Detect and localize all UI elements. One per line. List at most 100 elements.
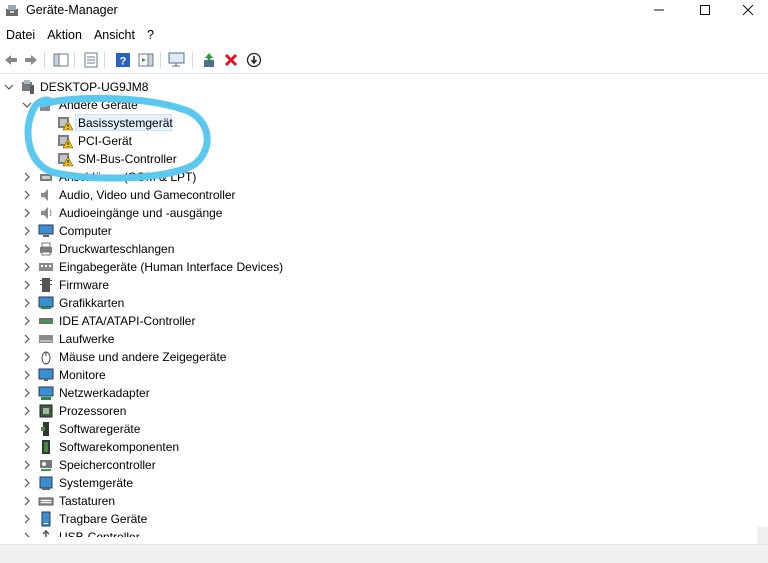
speaker-icon xyxy=(41,207,52,219)
network-adapter-icon xyxy=(38,386,54,400)
disk-drive-icon xyxy=(39,335,53,343)
action-pane-button[interactable] xyxy=(137,51,155,69)
menu-aktion[interactable]: Aktion xyxy=(41,26,88,46)
processor-icon xyxy=(39,404,53,418)
forward-button[interactable] xyxy=(22,51,40,69)
tree-item-category[interactable]: Mäuse und andere Zeigegeräte xyxy=(0,348,320,366)
chevron-right-icon[interactable] xyxy=(22,456,32,474)
tree-item-category[interactable]: Prozessoren xyxy=(0,402,320,420)
tree-item-label: Druckwarteschlangen xyxy=(59,242,175,256)
console-tree-button[interactable] xyxy=(52,51,70,69)
maximize-button[interactable] xyxy=(682,0,728,20)
title-bar: Geräte-Manager xyxy=(0,0,768,22)
tree-item-category[interactable]: Druckwarteschlangen xyxy=(0,240,320,258)
minimize-button[interactable] xyxy=(636,0,682,20)
tree-item-basissystemgeraet[interactable]: Basissystemgerät xyxy=(0,114,300,132)
chevron-right-icon[interactable] xyxy=(22,186,32,204)
chevron-right-icon[interactable] xyxy=(22,168,32,186)
chevron-right-icon[interactable] xyxy=(22,348,32,366)
tree-item-label: USB-Controller xyxy=(59,530,140,537)
toolbar-separator xyxy=(44,52,45,68)
help-button[interactable]: ? xyxy=(114,51,132,69)
chevron-right-icon[interactable] xyxy=(22,474,32,492)
software-device-icon xyxy=(41,422,49,436)
chevron-right-icon[interactable] xyxy=(22,438,32,456)
tree-item-category[interactable]: Tastaturen xyxy=(0,492,320,510)
close-button[interactable] xyxy=(728,0,768,20)
chevron-right-icon[interactable] xyxy=(22,312,32,330)
tree-item-category[interactable]: Eingabegeräte (Human Interface Devices) xyxy=(0,258,320,276)
update-driver-icon xyxy=(204,53,214,67)
tree-item-label: Laufwerke xyxy=(59,332,115,346)
tree-item-label: Grafikkarten xyxy=(59,296,125,310)
scan-hardware-button[interactable] xyxy=(168,51,186,69)
window-title: Geräte-Manager xyxy=(26,3,118,17)
tree-item-category[interactable]: Audio, Video und Gamecontroller xyxy=(0,186,320,204)
tree-item-category[interactable]: Firmware xyxy=(0,276,320,294)
tree-item-category[interactable]: Softwaregeräte xyxy=(0,420,320,438)
tree-item-category[interactable]: Grafikkarten xyxy=(0,294,320,312)
tree-item-category[interactable]: IDE ATA/ATAPI-Controller xyxy=(0,312,320,330)
computer-root-icon xyxy=(22,80,34,94)
tree-item-label: Prozessoren xyxy=(59,404,127,418)
tree-item-category[interactable]: Softwarekomponenten xyxy=(0,438,320,456)
properties-icon xyxy=(84,52,98,68)
tree-item-category[interactable]: Netzwerkadapter xyxy=(0,384,320,402)
chevron-right-icon[interactable] xyxy=(22,366,32,384)
tree-item-label: IDE ATA/ATAPI-Controller xyxy=(59,314,196,328)
printer-icon xyxy=(40,242,52,256)
tree-root[interactable]: DESKTOP-UG9JM8 xyxy=(0,78,300,96)
update-driver-button[interactable] xyxy=(200,51,218,69)
menu-datei[interactable]: Datei xyxy=(0,26,41,46)
tree-item-category[interactable]: Tragbare Geräte xyxy=(0,510,320,528)
tree-item-category[interactable]: Speichercontroller xyxy=(0,456,320,474)
chevron-down-icon[interactable] xyxy=(4,78,14,96)
device-tree[interactable]: DESKTOP-UG9JM8 ? Andere Geräte Basissyst… xyxy=(0,77,768,537)
chevron-right-icon[interactable] xyxy=(22,420,32,438)
chevron-down-icon[interactable] xyxy=(22,96,32,114)
mouse-icon xyxy=(41,351,51,365)
back-button[interactable] xyxy=(2,51,20,69)
tree-item-category[interactable]: Computer xyxy=(0,222,320,240)
chevron-right-icon[interactable] xyxy=(22,276,32,294)
toolbar-separator xyxy=(74,52,75,68)
display-adapter-icon xyxy=(38,296,54,309)
uninstall-device-button[interactable] xyxy=(222,51,240,69)
tree-item-category[interactable]: Laufwerke xyxy=(0,330,320,348)
menu-help[interactable]: ? xyxy=(141,26,160,46)
help-icon: ? xyxy=(116,53,130,68)
chevron-right-icon[interactable] xyxy=(22,240,32,258)
tree-item-label: Eingabegeräte (Human Interface Devices) xyxy=(59,260,284,274)
chevron-right-icon[interactable] xyxy=(22,258,32,276)
chevron-right-icon[interactable] xyxy=(22,222,32,240)
chevron-right-icon[interactable] xyxy=(22,384,32,402)
tree-item-other-devices[interactable]: ? Andere Geräte xyxy=(0,96,300,114)
tree-item-label: Speichercontroller xyxy=(59,458,156,472)
chevron-right-icon[interactable] xyxy=(22,528,32,537)
tree-item-category[interactable]: Audioeingänge und -ausgänge xyxy=(0,204,320,222)
horizontal-scrollbar[interactable] xyxy=(0,544,768,563)
chevron-right-icon[interactable] xyxy=(22,330,32,348)
menu-ansicht[interactable]: Ansicht xyxy=(88,26,141,46)
tree-item-category[interactable]: USB-Controller xyxy=(0,528,320,537)
tree-item-category[interactable]: Anschlüsse (COM & LPT) xyxy=(0,168,320,186)
chevron-right-icon[interactable] xyxy=(22,492,32,510)
disable-device-button[interactable] xyxy=(245,51,263,69)
tree-item-pci-geraet[interactable]: PCI-Gerät xyxy=(0,132,300,150)
speaker-icon xyxy=(41,189,48,201)
tree-item-sm-bus-controller[interactable]: SM-Bus-Controller xyxy=(0,150,300,168)
tree-item-label: Monitore xyxy=(59,368,106,382)
properties-button[interactable] xyxy=(82,51,100,69)
chevron-right-icon[interactable] xyxy=(22,510,32,528)
back-arrow-icon xyxy=(5,55,17,65)
vertical-scrollbar[interactable] xyxy=(757,527,768,544)
chevron-right-icon[interactable] xyxy=(22,402,32,420)
tree-item-label: Basissystemgerät xyxy=(78,116,173,130)
chevron-right-icon[interactable] xyxy=(22,204,32,222)
tree-item-category[interactable]: Monitore xyxy=(0,366,320,384)
tree-item-label: Computer xyxy=(59,224,112,238)
monitor-icon xyxy=(38,368,54,381)
portable-device-icon xyxy=(41,511,51,527)
chevron-right-icon[interactable] xyxy=(22,294,32,312)
tree-item-category[interactable]: Systemgeräte xyxy=(0,474,320,492)
